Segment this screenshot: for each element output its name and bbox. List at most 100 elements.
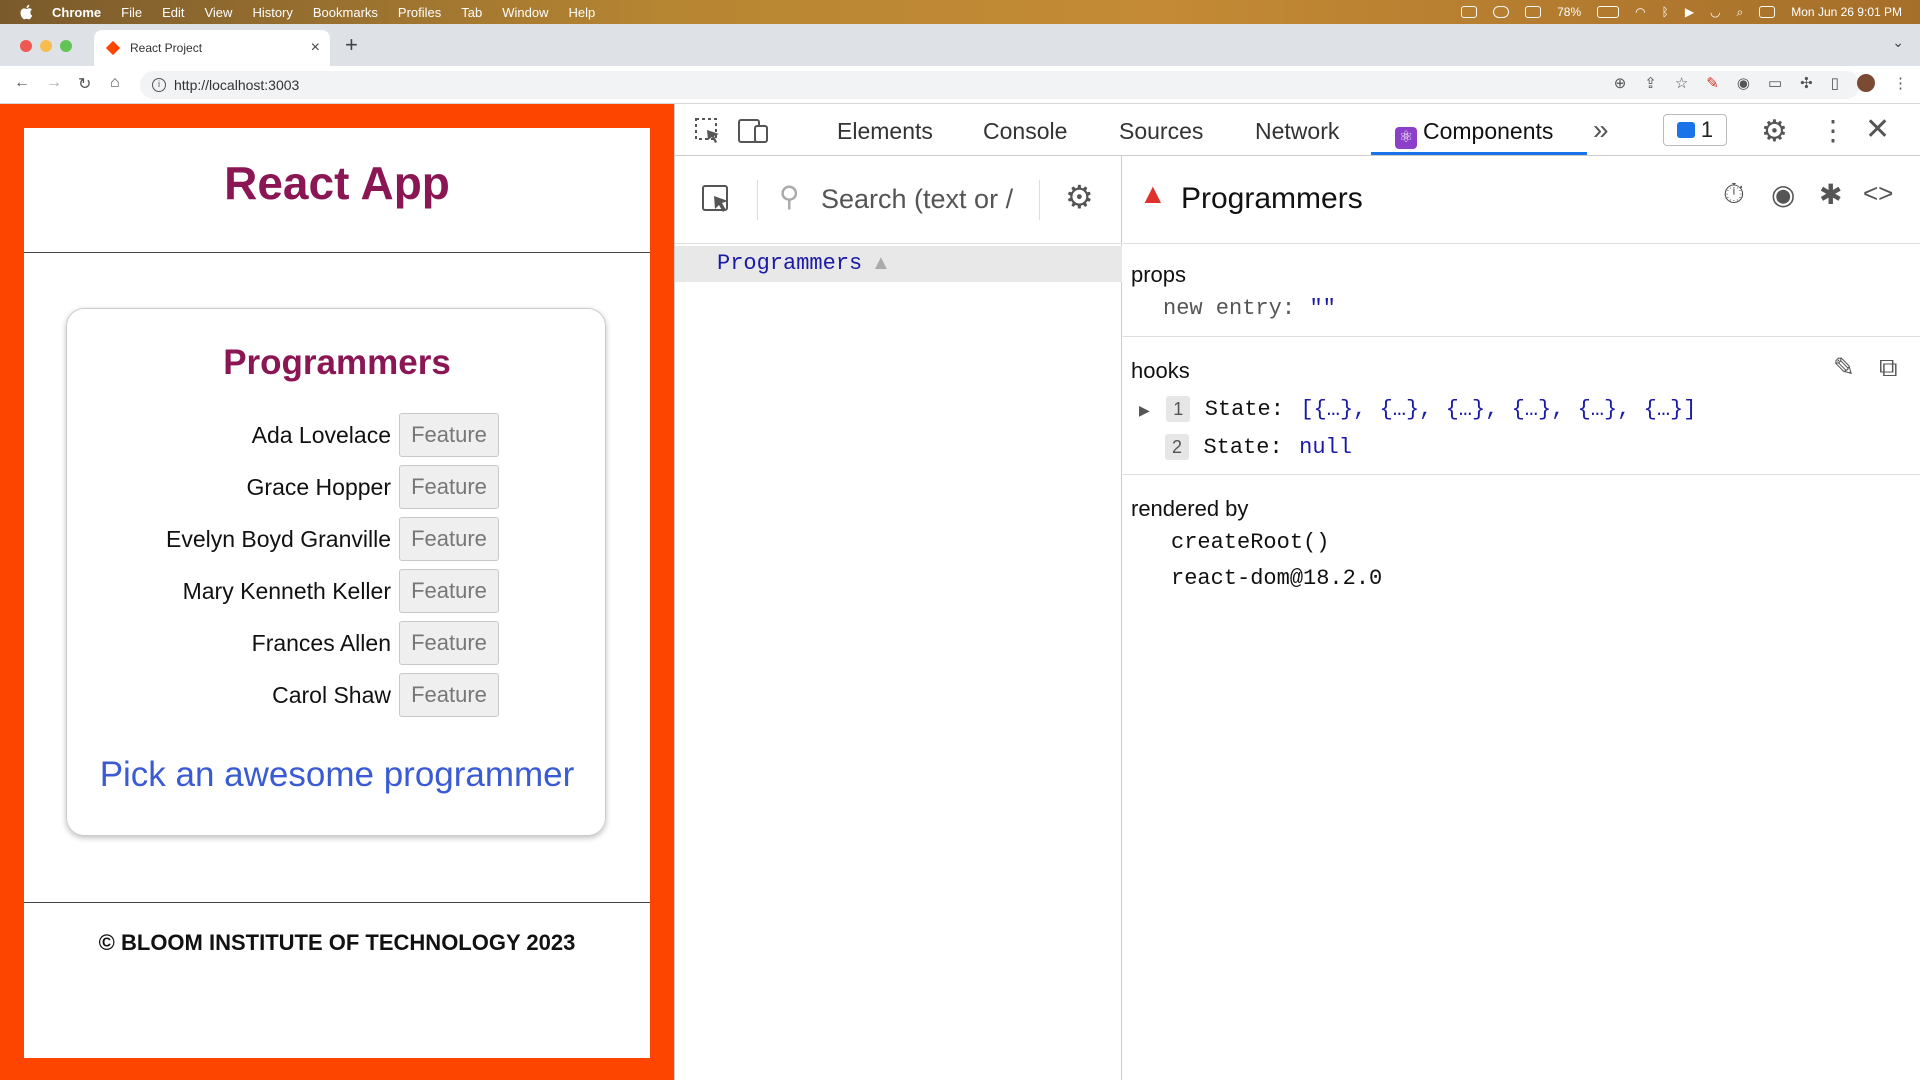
- tab-title: React Project: [130, 41, 203, 55]
- select-component-icon[interactable]: [701, 184, 733, 216]
- profile-avatar[interactable]: [1857, 74, 1875, 92]
- programmer-name: Grace Hopper: [246, 474, 391, 500]
- menu-tab[interactable]: Tab: [461, 5, 482, 20]
- tab-close-icon[interactable]: ×: [311, 39, 320, 57]
- inspect-element-icon[interactable]: [693, 116, 723, 146]
- bluetooth-icon[interactable]: ᛒ: [1662, 5, 1669, 19]
- tab-sources[interactable]: Sources: [1119, 118, 1203, 145]
- headphones-icon[interactable]: ◠: [1635, 5, 1645, 19]
- feature-button[interactable]: Feature: [399, 413, 499, 457]
- site-info-icon[interactable]: i: [152, 78, 166, 92]
- feature-button[interactable]: Feature: [399, 673, 499, 717]
- cast-icon[interactable]: ▭: [1768, 74, 1782, 92]
- tab-components-label: Components: [1423, 118, 1554, 144]
- browser-menu-kebab-icon[interactable]: ⋮: [1893, 74, 1908, 92]
- settings-gear-icon[interactable]: ⚙: [1761, 114, 1788, 149]
- menu-view[interactable]: View: [204, 5, 232, 20]
- programmer-name: Mary Kenneth Keller: [182, 578, 391, 604]
- wifi-icon[interactable]: ◡: [1710, 5, 1720, 19]
- feature-button[interactable]: Feature: [399, 569, 499, 613]
- menu-app-name[interactable]: Chrome: [52, 5, 101, 20]
- zoom-icon[interactable]: ⊕: [1614, 74, 1627, 92]
- back-arrow-icon[interactable]: ←: [14, 74, 30, 92]
- camera-extension-icon[interactable]: ◉: [1737, 74, 1750, 92]
- footer-divider: [24, 902, 650, 903]
- active-tab-indicator: [1371, 152, 1587, 155]
- tab-console[interactable]: Console: [983, 118, 1067, 145]
- cloud-icon[interactable]: [1493, 6, 1510, 18]
- side-panel-icon[interactable]: ▯: [1831, 74, 1839, 92]
- expand-triangle-icon[interactable]: ▶: [1139, 402, 1150, 418]
- hook-value[interactable]: [{…}, {…}, {…}, {…}, {…}, {…}]: [1300, 397, 1696, 422]
- reload-icon[interactable]: ↻: [78, 74, 91, 94]
- address-bar[interactable]: i http://localhost:3003: [140, 71, 1860, 99]
- header-divider: [24, 252, 650, 253]
- component-tree-pane: ⚲ Search (text or / ⚙ Programmers ▲: [675, 156, 1122, 1080]
- window-zoom-button[interactable]: [60, 40, 72, 52]
- menu-bookmarks[interactable]: Bookmarks: [313, 5, 378, 20]
- programmer-row: Ada Lovelace Feature: [67, 413, 607, 457]
- apple-icon[interactable]: [18, 3, 36, 21]
- app-container: React App Programmers Ada Lovelace Featu…: [24, 128, 650, 1058]
- devtools-menu-kebab-icon[interactable]: ⋮: [1819, 114, 1847, 147]
- hook-key: State:: [1203, 435, 1283, 460]
- log-bug-icon[interactable]: ✱: [1819, 178, 1842, 211]
- react-components-icon: ⚛: [1395, 127, 1417, 149]
- issues-badge[interactable]: 1: [1663, 114, 1727, 146]
- tab-elements[interactable]: Elements: [837, 118, 933, 145]
- menu-history[interactable]: History: [252, 5, 292, 20]
- device-toolbar-icon[interactable]: [737, 116, 771, 146]
- bookmark-star-icon[interactable]: ☆: [1675, 74, 1688, 92]
- menu-profiles[interactable]: Profiles: [398, 5, 441, 20]
- view-source-icon[interactable]: <>: [1863, 178, 1893, 209]
- forward-arrow-icon[interactable]: →: [46, 74, 62, 92]
- close-devtools-icon[interactable]: ✕: [1865, 112, 1890, 147]
- pen-extension-icon[interactable]: ✎: [1706, 74, 1719, 92]
- layout-icon[interactable]: [1525, 6, 1542, 18]
- tab-search-chevron-icon[interactable]: ⌄: [1892, 34, 1904, 51]
- menu-edit[interactable]: Edit: [162, 5, 184, 20]
- prop-value[interactable]: "": [1309, 296, 1335, 321]
- more-tabs-chevron-icon[interactable]: »: [1593, 114, 1609, 146]
- extensions-puzzle-icon[interactable]: ✣: [1800, 74, 1813, 92]
- feature-button[interactable]: Feature: [399, 621, 499, 665]
- new-tab-icon[interactable]: +: [345, 32, 358, 58]
- app-title: React App: [224, 157, 450, 209]
- tab-components[interactable]: ⚛ Components: [1395, 118, 1553, 149]
- menu-help[interactable]: Help: [569, 5, 596, 20]
- edit-wand-icon[interactable]: ✎: [1833, 352, 1855, 383]
- feature-button[interactable]: Feature: [399, 517, 499, 561]
- menu-window[interactable]: Window: [502, 5, 548, 20]
- component-tree-toolbar: ⚲ Search (text or / ⚙: [675, 156, 1122, 244]
- hook-row[interactable]: 2 State: null: [1165, 434, 1352, 460]
- spotlight-search-icon[interactable]: ⌕: [1737, 5, 1744, 20]
- programmer-name: Evelyn Boyd Granville: [166, 526, 391, 552]
- window-close-button[interactable]: [20, 40, 32, 52]
- control-center-icon[interactable]: [1759, 6, 1776, 18]
- error-warning-icon: ▲: [1139, 178, 1167, 209]
- programmer-name: Ada Lovelace: [251, 422, 391, 448]
- browser-tab-react-project[interactable]: React Project ×: [94, 30, 330, 66]
- hook-value[interactable]: null: [1299, 435, 1352, 460]
- feature-button[interactable]: Feature: [399, 465, 499, 509]
- copy-icon[interactable]: ⧉: [1879, 352, 1898, 384]
- prop-key: new entry:: [1163, 296, 1296, 321]
- tab-network[interactable]: Network: [1255, 118, 1339, 145]
- window-minimize-button[interactable]: [40, 40, 52, 52]
- tree-item-programmers[interactable]: Programmers ▲: [675, 246, 1122, 282]
- menubar-clock[interactable]: Mon Jun 26 9:01 PM: [1791, 5, 1902, 19]
- suspend-stopwatch-icon[interactable]: ⏱: [1723, 178, 1745, 211]
- inspect-eye-icon[interactable]: ◉: [1771, 178, 1795, 211]
- component-details-pane: ▲ Programmers ⏱ ◉ ✱ <> props new entry: …: [1123, 156, 1920, 1080]
- screen-record-icon[interactable]: [1461, 6, 1478, 18]
- rendered-by-label: rendered by: [1131, 496, 1249, 521]
- play-icon[interactable]: ▶: [1685, 5, 1694, 19]
- share-icon[interactable]: ⇪: [1644, 74, 1657, 92]
- battery-icon[interactable]: [1597, 6, 1620, 18]
- hook-row[interactable]: ▶ 1 State: [{…}, {…}, {…}, {…}, {…}, {…}…: [1139, 396, 1696, 422]
- tree-settings-gear-icon[interactable]: ⚙: [1065, 178, 1094, 216]
- component-search-input[interactable]: Search (text or /: [821, 184, 1013, 215]
- battery-percent: 78%: [1557, 5, 1582, 19]
- home-icon[interactable]: ⌂: [110, 74, 120, 92]
- menu-file[interactable]: File: [121, 5, 142, 20]
